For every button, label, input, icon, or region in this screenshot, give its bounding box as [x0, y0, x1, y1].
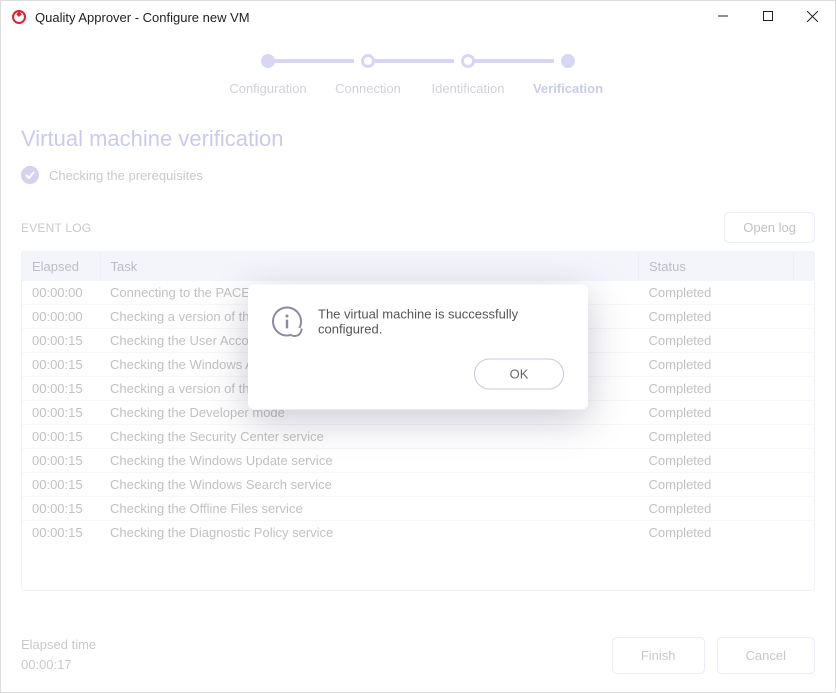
cell-spacer — [794, 425, 815, 449]
cell-task: Checking the Security Center service — [100, 425, 639, 449]
cell-spacer — [794, 377, 815, 401]
col-header-status[interactable]: Status — [639, 252, 794, 281]
cell-elapsed: 00:00:15 — [22, 401, 100, 425]
col-header-task[interactable]: Task — [100, 252, 639, 281]
table-row[interactable]: 00:00:15Checking the Diagnostic Policy s… — [22, 521, 814, 545]
step-label-identification[interactable]: Identification — [432, 81, 505, 96]
cell-status: Completed — [639, 281, 794, 305]
cell-status: Completed — [639, 497, 794, 521]
subtitle-row: Checking the prerequisites — [21, 166, 815, 184]
cell-status: Completed — [639, 353, 794, 377]
event-log-label: EVENT LOG — [21, 221, 91, 235]
dialog-message: The virtual machine is successfully conf… — [318, 306, 564, 336]
cell-spacer — [794, 521, 815, 545]
close-button[interactable] — [790, 1, 835, 31]
cell-task: Checking the Windows Search service — [100, 473, 639, 497]
cell-spacer — [794, 305, 815, 329]
cell-status: Completed — [639, 425, 794, 449]
cell-elapsed: 00:00:15 — [22, 497, 100, 521]
cell-elapsed: 00:00:15 — [22, 449, 100, 473]
table-row[interactable]: 00:00:15Checking the Security Center ser… — [22, 425, 814, 449]
cell-spacer — [794, 353, 815, 377]
maximize-button[interactable] — [745, 1, 790, 31]
cell-elapsed: 00:00:15 — [22, 425, 100, 449]
cell-spacer — [794, 449, 815, 473]
cell-status: Completed — [639, 473, 794, 497]
step-label-verification[interactable]: Verification — [533, 81, 603, 96]
cell-status: Completed — [639, 305, 794, 329]
step-label-configuration[interactable]: Configuration — [229, 81, 306, 96]
open-log-button[interactable]: Open log — [724, 212, 815, 243]
cell-spacer — [794, 329, 815, 353]
step-connector — [268, 59, 354, 63]
cell-task: Checking the Diagnostic Policy service — [100, 521, 639, 545]
cell-status: Completed — [639, 449, 794, 473]
step-connector — [468, 59, 554, 63]
info-icon — [272, 306, 302, 336]
cell-task: Checking the Windows Update service — [100, 449, 639, 473]
cell-task: Checking the Offline Files service — [100, 497, 639, 521]
check-icon — [21, 166, 39, 184]
col-header-spacer — [794, 252, 815, 281]
cell-spacer — [794, 473, 815, 497]
titlebar: Quality Approver - Configure new VM — [1, 1, 835, 33]
step-connector — [368, 59, 454, 63]
success-dialog: The virtual machine is successfully conf… — [248, 284, 588, 409]
cell-status: Completed — [639, 329, 794, 353]
step-dot-identification — [461, 54, 475, 68]
page-title: Virtual machine verification — [21, 126, 815, 152]
cell-status: Completed — [639, 401, 794, 425]
cell-spacer — [794, 281, 815, 305]
step-dot-configuration — [261, 54, 275, 68]
elapsed-time-value: 00:00:17 — [21, 655, 96, 675]
cell-elapsed: 00:00:15 — [22, 521, 100, 545]
col-header-elapsed[interactable]: Elapsed — [22, 252, 100, 281]
cell-spacer — [794, 497, 815, 521]
table-row[interactable]: 00:00:15Checking the Windows Search serv… — [22, 473, 814, 497]
wizard-stepper: Configuration Connection Identification … — [21, 53, 815, 96]
app-window: Quality Approver - Configure new VM Conf… — [0, 0, 836, 693]
cell-elapsed: 00:00:15 — [22, 353, 100, 377]
table-row[interactable]: 00:00:15Checking the Offline Files servi… — [22, 497, 814, 521]
step-label-connection[interactable]: Connection — [335, 81, 401, 96]
cell-elapsed: 00:00:00 — [22, 281, 100, 305]
app-logo-icon — [11, 9, 27, 25]
dialog-ok-button[interactable]: OK — [474, 358, 564, 389]
cell-elapsed: 00:00:15 — [22, 473, 100, 497]
cancel-button[interactable]: Cancel — [717, 637, 815, 674]
table-row[interactable]: 00:00:15Checking the Windows Update serv… — [22, 449, 814, 473]
cell-status: Completed — [639, 377, 794, 401]
cell-elapsed: 00:00:15 — [22, 329, 100, 353]
step-dot-verification — [561, 54, 575, 68]
elapsed-time-label: Elapsed time — [21, 635, 96, 655]
step-dot-connection — [361, 54, 375, 68]
subtitle-text: Checking the prerequisites — [49, 168, 203, 183]
cell-status: Completed — [639, 521, 794, 545]
finish-button[interactable]: Finish — [612, 637, 705, 674]
cell-elapsed: 00:00:15 — [22, 377, 100, 401]
cell-elapsed: 00:00:00 — [22, 305, 100, 329]
cell-spacer — [794, 401, 815, 425]
footer: Elapsed time 00:00:17 Finish Cancel — [21, 635, 815, 674]
minimize-button[interactable] — [700, 1, 745, 31]
window-title: Quality Approver - Configure new VM — [35, 10, 250, 25]
